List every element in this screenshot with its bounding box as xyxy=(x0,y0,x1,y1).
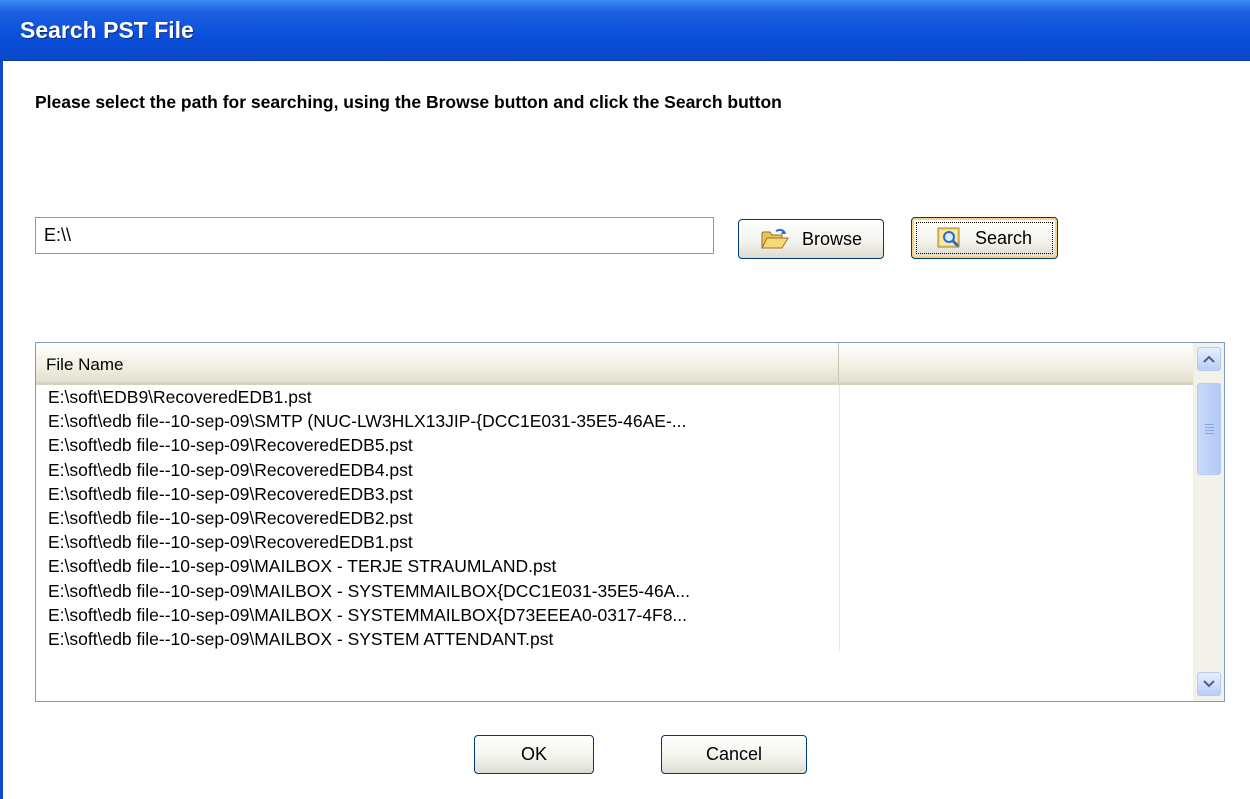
file-name-cell: E:\soft\edb file--10-sep-09\RecoveredEDB… xyxy=(48,532,413,553)
file-name-cell: E:\soft\edb file--10-sep-09\SMTP (NUC-LW… xyxy=(48,411,687,432)
file-name-cell: E:\soft\edb file--10-sep-09\RecoveredEDB… xyxy=(48,483,413,504)
scroll-down-button[interactable] xyxy=(1197,672,1221,696)
column-header-file-name[interactable]: File Name xyxy=(36,343,839,382)
browse-label: Browse xyxy=(801,228,863,249)
list-item[interactable]: E:\soft\edb file--10-sep-09\RecoveredEDB… xyxy=(36,481,1193,506)
chevron-up-icon xyxy=(1203,350,1215,368)
scroll-thumb[interactable] xyxy=(1197,383,1221,475)
instruction-text: Please select the path for searching, us… xyxy=(35,92,782,112)
ok-label: OK xyxy=(520,744,547,764)
search-button[interactable]: Search xyxy=(911,217,1058,259)
column-divider xyxy=(839,578,840,603)
column-divider xyxy=(839,602,840,627)
column-header-empty[interactable] xyxy=(839,343,1193,382)
scroll-up-button[interactable] xyxy=(1197,347,1221,371)
file-name-cell: E:\soft\edb file--10-sep-09\MAILBOX - SY… xyxy=(48,580,690,601)
file-name-cell: E:\soft\edb file--10-sep-09\MAILBOX - SY… xyxy=(48,604,688,625)
list-item[interactable]: E:\soft\edb file--10-sep-09\RecoveredEDB… xyxy=(36,505,1193,531)
file-name-cell: E:\soft\edb file--10-sep-09\RecoveredEDB… xyxy=(48,507,413,528)
list-item[interactable]: E:\soft\edb file--10-sep-09\SMTP (NUC-LW… xyxy=(36,409,1193,434)
title-bar[interactable]: Search PST File xyxy=(0,0,1250,61)
file-name-cell: E:\soft\EDB9\RecoveredEDB1.pst xyxy=(48,387,312,407)
list-item[interactable]: E:\soft\edb file--10-sep-09\MAILBOX - SY… xyxy=(36,578,1193,603)
ok-button[interactable]: OK xyxy=(474,735,594,774)
column-divider xyxy=(839,409,840,434)
column-divider xyxy=(839,626,840,652)
chevron-down-icon xyxy=(1203,675,1215,693)
cancel-button[interactable]: Cancel xyxy=(661,735,807,774)
search-label: Search xyxy=(974,227,1033,248)
list-header: File Name xyxy=(36,343,1193,385)
file-name-cell: E:\soft\edb file--10-sep-09\RecoveredEDB… xyxy=(48,459,413,480)
column-divider xyxy=(839,554,840,579)
list-rows: E:\soft\EDB9\RecoveredEDB1.pst E:\soft\e… xyxy=(36,385,1193,652)
column-divider xyxy=(839,505,840,531)
list-item[interactable]: E:\soft\edb file--10-sep-09\MAILBOX - SY… xyxy=(36,626,1193,652)
open-folder-icon xyxy=(760,227,790,251)
list-item[interactable]: E:\soft\edb file--10-sep-09\RecoveredEDB… xyxy=(36,433,1193,458)
window-title: Search PST File xyxy=(20,17,194,43)
column-divider xyxy=(839,385,840,410)
column-divider xyxy=(839,481,840,506)
list-item[interactable]: E:\soft\edb file--10-sep-09\MAILBOX - SY… xyxy=(36,602,1193,627)
cancel-label: Cancel xyxy=(705,744,763,764)
magnifier-icon xyxy=(937,226,963,250)
file-name-cell: E:\soft\edb file--10-sep-09\MAILBOX - SY… xyxy=(48,628,554,649)
list-item[interactable]: E:\soft\edb file--10-sep-09\MAILBOX - TE… xyxy=(36,554,1193,579)
window-border-left xyxy=(0,61,3,799)
column-divider xyxy=(839,457,840,482)
file-list[interactable]: File Name E:\soft\EDB9\RecoveredEDB1.pst… xyxy=(35,342,1225,702)
list-item[interactable]: E:\soft\EDB9\RecoveredEDB1.pst xyxy=(36,385,1193,410)
grip-icon xyxy=(1204,422,1214,436)
vertical-scrollbar[interactable] xyxy=(1193,343,1224,701)
list-item[interactable]: E:\soft\edb file--10-sep-09\RecoveredEDB… xyxy=(36,457,1193,482)
file-name-cell: E:\soft\edb file--10-sep-09\MAILBOX - TE… xyxy=(48,556,557,577)
browse-button[interactable]: Browse xyxy=(738,219,884,259)
file-name-cell: E:\soft\edb file--10-sep-09\RecoveredEDB… xyxy=(48,435,413,456)
column-divider xyxy=(839,433,840,458)
column-divider xyxy=(839,530,840,555)
list-item[interactable]: E:\soft\edb file--10-sep-09\RecoveredEDB… xyxy=(36,530,1193,555)
path-input[interactable] xyxy=(35,217,714,254)
